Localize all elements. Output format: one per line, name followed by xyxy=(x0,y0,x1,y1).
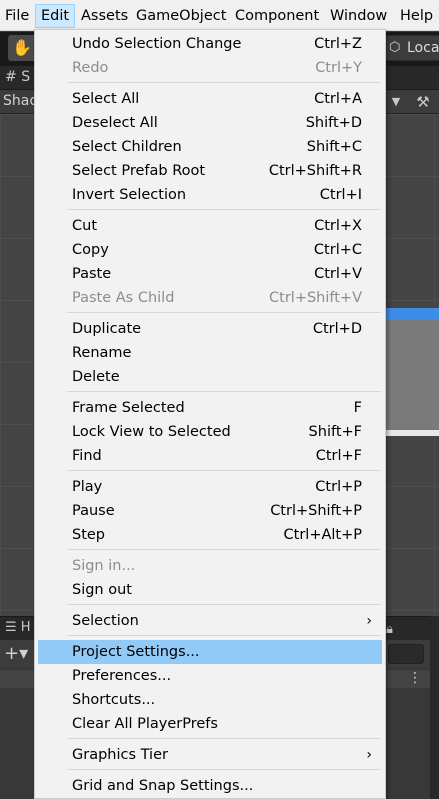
menu-item-copy[interactable]: Copy Ctrl+C xyxy=(38,238,382,262)
menu-item-preferences[interactable]: Preferences... xyxy=(38,664,382,688)
menu-item-redo: Redo Ctrl+Y xyxy=(72,60,362,76)
menu-separator xyxy=(67,769,381,770)
scene-tab[interactable]: # S xyxy=(5,69,30,85)
menu-separator xyxy=(67,470,381,471)
menu-item-paste-as-child: Paste As Child Ctrl+Shift+V xyxy=(72,290,362,306)
lock-icon[interactable]: 🔒︎ xyxy=(386,622,393,637)
add-icon[interactable]: +▾ xyxy=(4,643,28,665)
menu-separator xyxy=(67,82,381,83)
menu-item-select-all[interactable]: Select All Ctrl+A xyxy=(38,87,382,111)
menu-separator xyxy=(67,391,381,392)
panel-divider xyxy=(430,616,439,799)
scene-object-edge xyxy=(386,430,439,436)
menu-component[interactable]: Component xyxy=(230,4,324,28)
menu-separator xyxy=(67,604,381,605)
menu-item-cut[interactable]: Cut Ctrl+X xyxy=(38,214,382,238)
menu-item-project-settings[interactable]: Project Settings... xyxy=(38,640,382,664)
kebab-menu-icon[interactable]: ⋮ xyxy=(408,670,422,686)
menu-item-shortcuts[interactable]: Shortcuts... xyxy=(38,688,382,712)
hand-icon: ✋ xyxy=(12,38,32,57)
menu-bar: File Edit Assets GameObject Component Wi… xyxy=(0,0,439,31)
menu-item-duplicate[interactable]: Duplicate Ctrl+D xyxy=(38,317,382,341)
scene-object-highlight xyxy=(386,308,439,320)
menu-item-grid-snap-settings[interactable]: Grid and Snap Settings... xyxy=(38,774,382,798)
edit-menu-dropdown: Undo Selection Change Ctrl+Z Redo Ctrl+Y S… xyxy=(34,29,386,799)
menu-item-deselect-all[interactable]: Deselect All Shift+D xyxy=(38,111,382,135)
menu-item-select-prefab-root[interactable]: Select Prefab Root Ctrl+Shift+R xyxy=(38,159,382,183)
menu-separator xyxy=(67,312,381,313)
chevron-down-icon[interactable]: ▼ xyxy=(385,92,407,112)
menu-edit[interactable]: Edit xyxy=(35,4,76,28)
menu-item-lock-view[interactable]: Lock View to Selected Shift+F xyxy=(38,420,382,444)
hierarchy-search-input[interactable] xyxy=(388,644,424,664)
menu-assets[interactable]: Assets xyxy=(76,4,133,28)
grid-icon: # xyxy=(5,69,17,85)
menu-item-delete[interactable]: Delete xyxy=(38,365,382,389)
menu-item-pause[interactable]: Pause Ctrl+Shift+P xyxy=(38,499,382,523)
menu-item-undo[interactable]: Undo Selection Change Ctrl+Z xyxy=(38,32,382,56)
chevron-right-icon: › xyxy=(366,613,372,629)
menu-separator xyxy=(67,738,381,739)
menu-item-graphics-tier[interactable]: Graphics Tier › xyxy=(38,743,382,767)
menu-gameobject[interactable]: GameObject xyxy=(131,4,231,28)
menu-item-select-children[interactable]: Select Children Shift+C xyxy=(38,135,382,159)
scene-object xyxy=(386,320,439,432)
menu-item-sign-in: Sign in... xyxy=(72,558,136,574)
menu-item-invert-selection[interactable]: Invert Selection Ctrl+I xyxy=(38,183,382,207)
menu-item-rename[interactable]: Rename xyxy=(38,341,382,365)
menu-item-play[interactable]: Play Ctrl+P xyxy=(38,475,382,499)
cube-icon: ⬡ xyxy=(389,40,401,55)
tools-icon[interactable]: ⚒ xyxy=(412,92,434,112)
menu-separator xyxy=(67,549,381,550)
menu-item-step[interactable]: Step Ctrl+Alt+P xyxy=(38,523,382,547)
menu-separator xyxy=(67,209,381,210)
menu-separator xyxy=(67,635,381,636)
menu-item-find[interactable]: Find Ctrl+F xyxy=(38,444,382,468)
menu-help[interactable]: Help xyxy=(395,4,438,28)
menu-window[interactable]: Window xyxy=(325,4,392,28)
menu-item-clear-playerprefs[interactable]: Clear All PlayerPrefs xyxy=(38,712,382,736)
menu-item-paste[interactable]: Paste Ctrl+V xyxy=(38,262,382,286)
menu-file[interactable]: File xyxy=(0,4,34,28)
hierarchy-tab[interactable]: ☰ H xyxy=(5,620,31,635)
shading-mode-dropdown[interactable]: Shac xyxy=(3,93,37,109)
hand-tool-button[interactable]: ✋ xyxy=(8,35,36,61)
chevron-right-icon: › xyxy=(366,747,372,763)
menu-item-sign-out[interactable]: Sign out xyxy=(38,578,382,602)
menu-item-selection[interactable]: Selection › xyxy=(38,609,382,633)
menu-item-frame-selected[interactable]: Frame Selected F xyxy=(38,396,382,420)
list-icon: ☰ xyxy=(5,620,17,635)
